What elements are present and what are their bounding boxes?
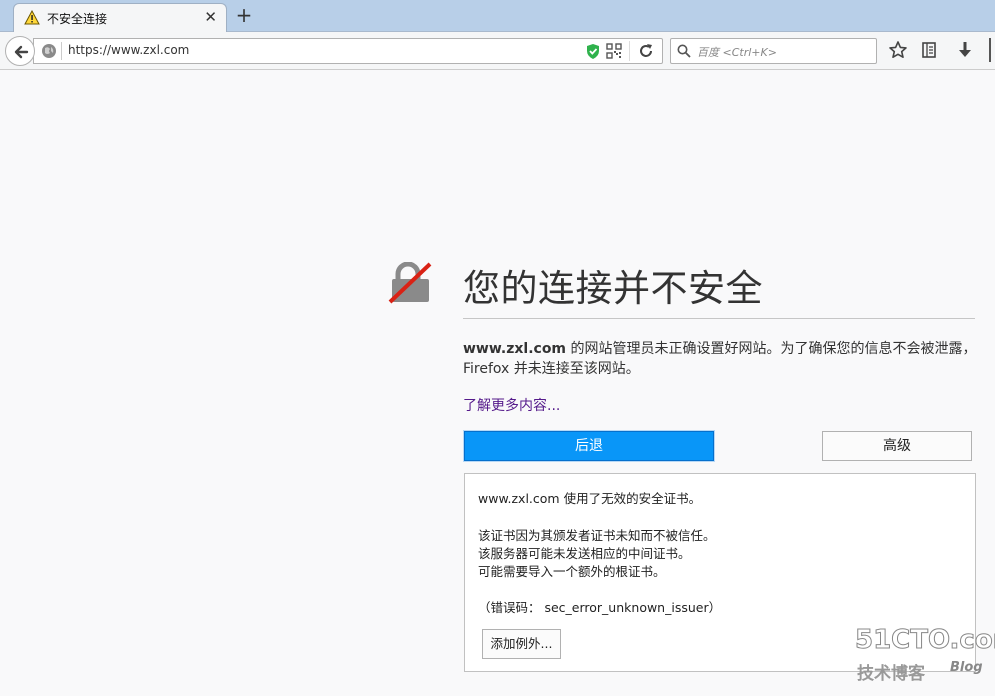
url-separator xyxy=(629,41,630,61)
watermark-blog: Blog xyxy=(950,660,983,675)
download-icon[interactable] xyxy=(955,40,975,60)
error-description: www.zxl.com 的网站管理员未正确设置好网站。为了确保您的信息不会被泄露… xyxy=(463,339,978,379)
go-back-button[interactable]: 后退 xyxy=(464,431,714,461)
advanced-button[interactable]: 高级 xyxy=(822,431,972,461)
cert-reason-text: 该证书因为其颁发者证书未知而不被信任。 xyxy=(478,528,716,543)
back-button[interactable] xyxy=(5,36,35,66)
page-title: 您的连接并不安全 xyxy=(463,267,763,310)
tab-active[interactable]: 不安全连接 ✕ xyxy=(13,3,227,33)
learn-more-link[interactable]: 了解更多内容... xyxy=(463,395,560,415)
url-separator xyxy=(61,42,62,60)
url-bar[interactable]: https://www.zxl.com xyxy=(33,38,663,64)
tab-close-icon[interactable]: ✕ xyxy=(204,8,217,26)
qr-code-icon[interactable] xyxy=(606,43,622,59)
bookmark-star-icon[interactable] xyxy=(888,40,908,60)
cert-reason-text: 可能需要导入一个额外的根证书。 xyxy=(478,564,666,579)
globe-icon[interactable] xyxy=(41,43,57,59)
shield-icon[interactable] xyxy=(585,43,601,60)
watermark-sub: 技术博客 xyxy=(857,664,925,684)
arrow-left-icon xyxy=(14,45,29,59)
watermark-logo: 51CTO.com 技术博客 Blog xyxy=(855,623,995,689)
warning-icon xyxy=(24,10,40,25)
reload-icon[interactable] xyxy=(638,43,654,59)
cert-invalid-text: www.zxl.com 使用了无效的安全证书。 xyxy=(478,491,702,506)
url-text[interactable]: https://www.zxl.com xyxy=(68,43,189,57)
broken-lock-icon xyxy=(388,262,432,304)
reading-list-icon[interactable] xyxy=(919,40,939,60)
search-bar[interactable]: 百度 <Ctrl+K> xyxy=(670,38,877,64)
menu-edge[interactable] xyxy=(989,38,995,62)
title-divider xyxy=(463,318,975,319)
cert-reason-text: 该服务器可能未发送相应的中间证书。 xyxy=(478,546,691,561)
add-exception-button[interactable]: 添加例外... xyxy=(482,629,561,659)
nav-bar: https://www.zxl.com 百度 <Ctrl+K> xyxy=(0,32,995,70)
new-tab-button[interactable]: + xyxy=(233,4,255,26)
search-icon xyxy=(677,44,691,58)
error-domain: www.zxl.com xyxy=(463,341,567,357)
error-code-text: （错误码： sec_error_unknown_issuer） xyxy=(478,600,722,615)
watermark-main: 51CTO.com xyxy=(855,625,995,656)
search-placeholder: 百度 <Ctrl+K> xyxy=(697,46,777,59)
tab-strip: 不安全连接 ✕ + xyxy=(0,0,995,33)
tab-title: 不安全连接 xyxy=(47,12,108,26)
